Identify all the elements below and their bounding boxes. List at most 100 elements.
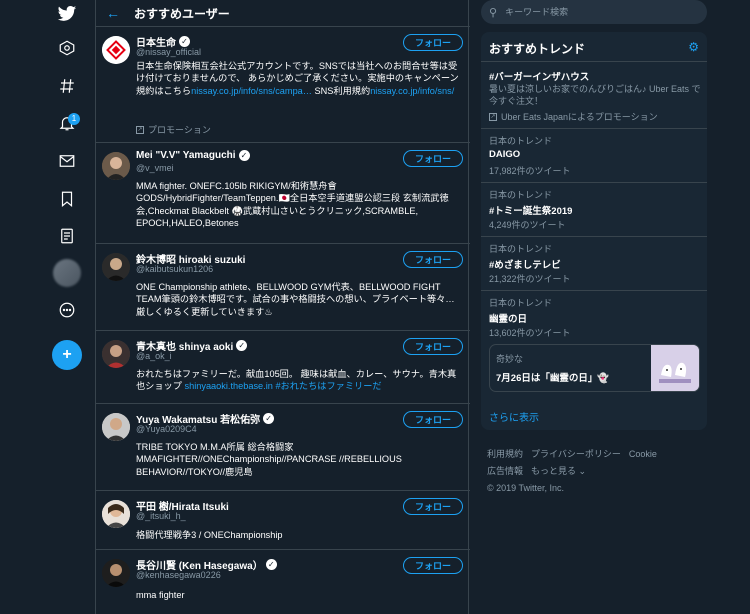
user-handle: @nissay_official	[136, 47, 201, 57]
trend-tweet-count: 21,322件のツイート	[489, 274, 571, 284]
promoted-label: ↗ プロモーション	[136, 125, 211, 135]
user-card[interactable]: 鈴木博昭 hiroaki suzuki @kaibutsukun1206 フォロ…	[96, 245, 470, 331]
user-card[interactable]: Yuya Wakamatsu 若松佑弥 ✓ @Yuya0209C4 フォロー TR…	[96, 405, 470, 491]
moment-title: 7月26日は「幽霊の日」👻	[496, 373, 610, 384]
trend-name: #トミー誕生祭2019	[489, 206, 573, 217]
notifications-icon[interactable]: 1	[53, 109, 81, 137]
user-card[interactable]: 日本生命 ✓ @nissay_official フォロー 日本生命保険相互会社公式…	[96, 28, 470, 143]
trends-title: おすすめトレンド	[489, 42, 586, 56]
moment-thumbnail	[651, 345, 699, 391]
trend-item[interactable]: 日本のトレンド #めざましテレビ 21,322件のツイート	[481, 236, 707, 289]
messages-icon[interactable]	[53, 147, 81, 175]
verified-icon: ✓	[236, 340, 248, 351]
user-card[interactable]: 青木真也 shinya aoki ✓ @a_ok_i フォロー おれたちはファミリ…	[96, 332, 470, 404]
search-input[interactable]	[505, 7, 686, 17]
user-bio: ONE Championship athlete、BELLWOOD GYM代表、…	[136, 282, 455, 317]
ads-info-link[interactable]: 広告情報	[487, 466, 523, 476]
trends-panel: おすすめトレンド ⚙ #バーガーインザハウス 暑い夏は涼しいお家でのんびりごはん…	[481, 32, 707, 430]
user-handle: @kaibutsukun1206	[136, 264, 214, 274]
back-arrow-icon[interactable]: ←	[106, 5, 122, 21]
more-icon[interactable]	[53, 296, 81, 324]
bookmark-icon[interactable]	[53, 185, 81, 213]
avatar[interactable]	[102, 500, 130, 528]
follow-button[interactable]: フォロー	[403, 150, 463, 167]
trend-item[interactable]: #バーガーインザハウス 暑い夏は涼しいお家でのんびりごはん♪ Uber Eats…	[481, 61, 707, 127]
user-bio: MMA fighter. ONEFC.105lb RIKIGYM/和術慧舟會GO…	[136, 181, 449, 229]
trend-name: DAIGO	[489, 149, 521, 160]
promoted-icon: ↗	[136, 125, 144, 134]
trend-description: 暑い夏は涼しいお家でのんびりごはん♪ Uber Eats で今すぐ注文！	[489, 84, 701, 107]
column-header: ← おすすめユーザー	[96, 0, 470, 27]
compose-tweet-button[interactable]: +	[52, 340, 82, 370]
bio-link[interactable]: nissay.co.jp/info/sns/campa…	[191, 86, 312, 96]
promoted-icon: ↗	[489, 112, 497, 121]
user-handle: @kenhasegawa0226	[136, 570, 221, 580]
copyright: © 2019 Twitter, Inc.	[487, 483, 565, 493]
follow-button[interactable]: フォロー	[403, 34, 463, 51]
trend-tweet-count: 4,249件のツイート	[489, 220, 566, 230]
user-handle: @v_vmei	[136, 163, 174, 173]
lists-icon[interactable]	[53, 222, 81, 250]
user-bio: おれたちはファミリーだ。献血105回。 趣味は献血、カレー、サウナ。青木真也ショ…	[136, 369, 457, 392]
trend-item[interactable]: 日本のトレンド #トミー誕生祭2019 4,249件のツイート	[481, 182, 707, 235]
suggested-users-column: ← おすすめユーザー 日本生命 ✓ @nissay_official フォロー 日…	[95, 0, 470, 614]
bio-link[interactable]: nissay.co.jp/info/sns/	[370, 86, 454, 96]
right-sidebar: ⚲ おすすめトレンド ⚙ #バーガーインザハウス 暑い夏は涼しいお家でのんびりご…	[481, 0, 707, 614]
hashtag-icon[interactable]	[53, 72, 81, 100]
trend-category: 日本のトレンド	[489, 298, 553, 308]
user-card[interactable]: Mei "V.V" Yamaguchi ✓ @v_vmei フォロー MMA fi…	[96, 144, 470, 244]
terms-link[interactable]: 利用規約	[487, 449, 523, 459]
profile-avatar[interactable]	[53, 259, 81, 287]
follow-button[interactable]: フォロー	[403, 498, 463, 515]
user-bio: TRIBE TOKYO M.M.A所属 総合格闘家 MMAFIGHTER//ON…	[136, 442, 402, 477]
more-link[interactable]: もっと見る ⌄	[531, 466, 586, 476]
user-bio: 格闘代理戦争3 / ONEChampionship	[136, 530, 283, 540]
avatar[interactable]	[102, 36, 130, 64]
compose-icon: +	[62, 346, 72, 363]
user-handle: @a_ok_i	[136, 351, 172, 361]
avatar[interactable]	[102, 413, 130, 441]
verified-icon: ✓	[265, 559, 277, 570]
trend-tweet-count: 13,602件のツイート	[489, 328, 571, 338]
verified-icon: ✓	[263, 413, 275, 424]
user-card[interactable]: 平田 樹/Hirata Itsuki @_itsuki_h_ フォロー 格闘代理…	[96, 492, 470, 550]
bio-link[interactable]: shinyaaoki.thebase.in	[185, 381, 273, 391]
user-handle: @_itsuki_h_	[136, 511, 186, 521]
trend-tweet-count: 17,982件のツイート	[489, 166, 571, 176]
avatar[interactable]	[102, 559, 130, 587]
trend-item[interactable]: 日本のトレンド 幽霊の日 13,602件のツイート	[481, 290, 707, 344]
page-title: おすすめユーザー	[134, 6, 230, 21]
verified-icon: ✓	[238, 150, 250, 161]
verified-icon: ✓	[179, 36, 190, 47]
bio-hashtag-link[interactable]: #おれたちはファミリーだ	[275, 381, 381, 391]
moment-card[interactable]: 奇妙な 7月26日は「幽霊の日」👻	[489, 344, 700, 392]
side-nav: 1 +	[40, 0, 95, 614]
notification-badge: 1	[68, 113, 80, 125]
footer-links: 利用規約 プライバシーポリシー Cookie 広告情報 もっと見る ⌄ © 2019 …	[487, 446, 707, 497]
user-bio: 日本生命保険相互会社公式アカウントです。SNSでは当社へのお問合せ等は受け付けて…	[136, 61, 459, 96]
explore-icon[interactable]	[53, 34, 81, 62]
follow-button[interactable]: フォロー	[403, 251, 463, 268]
follow-button[interactable]: フォロー	[403, 557, 463, 574]
avatar[interactable]	[102, 152, 130, 180]
trend-name: #めざましテレビ	[489, 260, 561, 271]
trend-category: 日本のトレンド	[489, 244, 553, 254]
cookie-link[interactable]: Cookie	[629, 449, 657, 459]
avatar[interactable]	[102, 340, 130, 368]
promoted-label: ↗ Uber Eats Japanによるプロモーション	[489, 112, 658, 122]
trend-name: 幽霊の日	[489, 314, 528, 325]
settings-gear-icon[interactable]: ⚙	[688, 40, 699, 54]
follow-button[interactable]: フォロー	[403, 411, 463, 428]
twitter-logo-icon[interactable]	[53, 0, 81, 28]
trend-item[interactable]: 日本のトレンド DAIGO 17,982件のツイート	[481, 128, 707, 181]
follow-button[interactable]: フォロー	[403, 338, 463, 355]
show-more-link[interactable]: さらに表示	[489, 409, 539, 424]
avatar[interactable]	[102, 253, 130, 281]
trend-category: 日本のトレンド	[489, 136, 553, 146]
search-icon: ⚲	[489, 6, 498, 19]
moment-category: 奇妙な	[496, 354, 524, 364]
user-name[interactable]: Mei "V.V" Yamaguchi ✓	[136, 150, 250, 161]
user-card[interactable]: 長谷川賢 (Ken Hasegawa） ✓ @kenhasegawa0226 フォ…	[96, 551, 470, 614]
privacy-link[interactable]: プライバシーポリシー	[531, 449, 621, 459]
search-bar[interactable]: ⚲	[481, 0, 707, 24]
